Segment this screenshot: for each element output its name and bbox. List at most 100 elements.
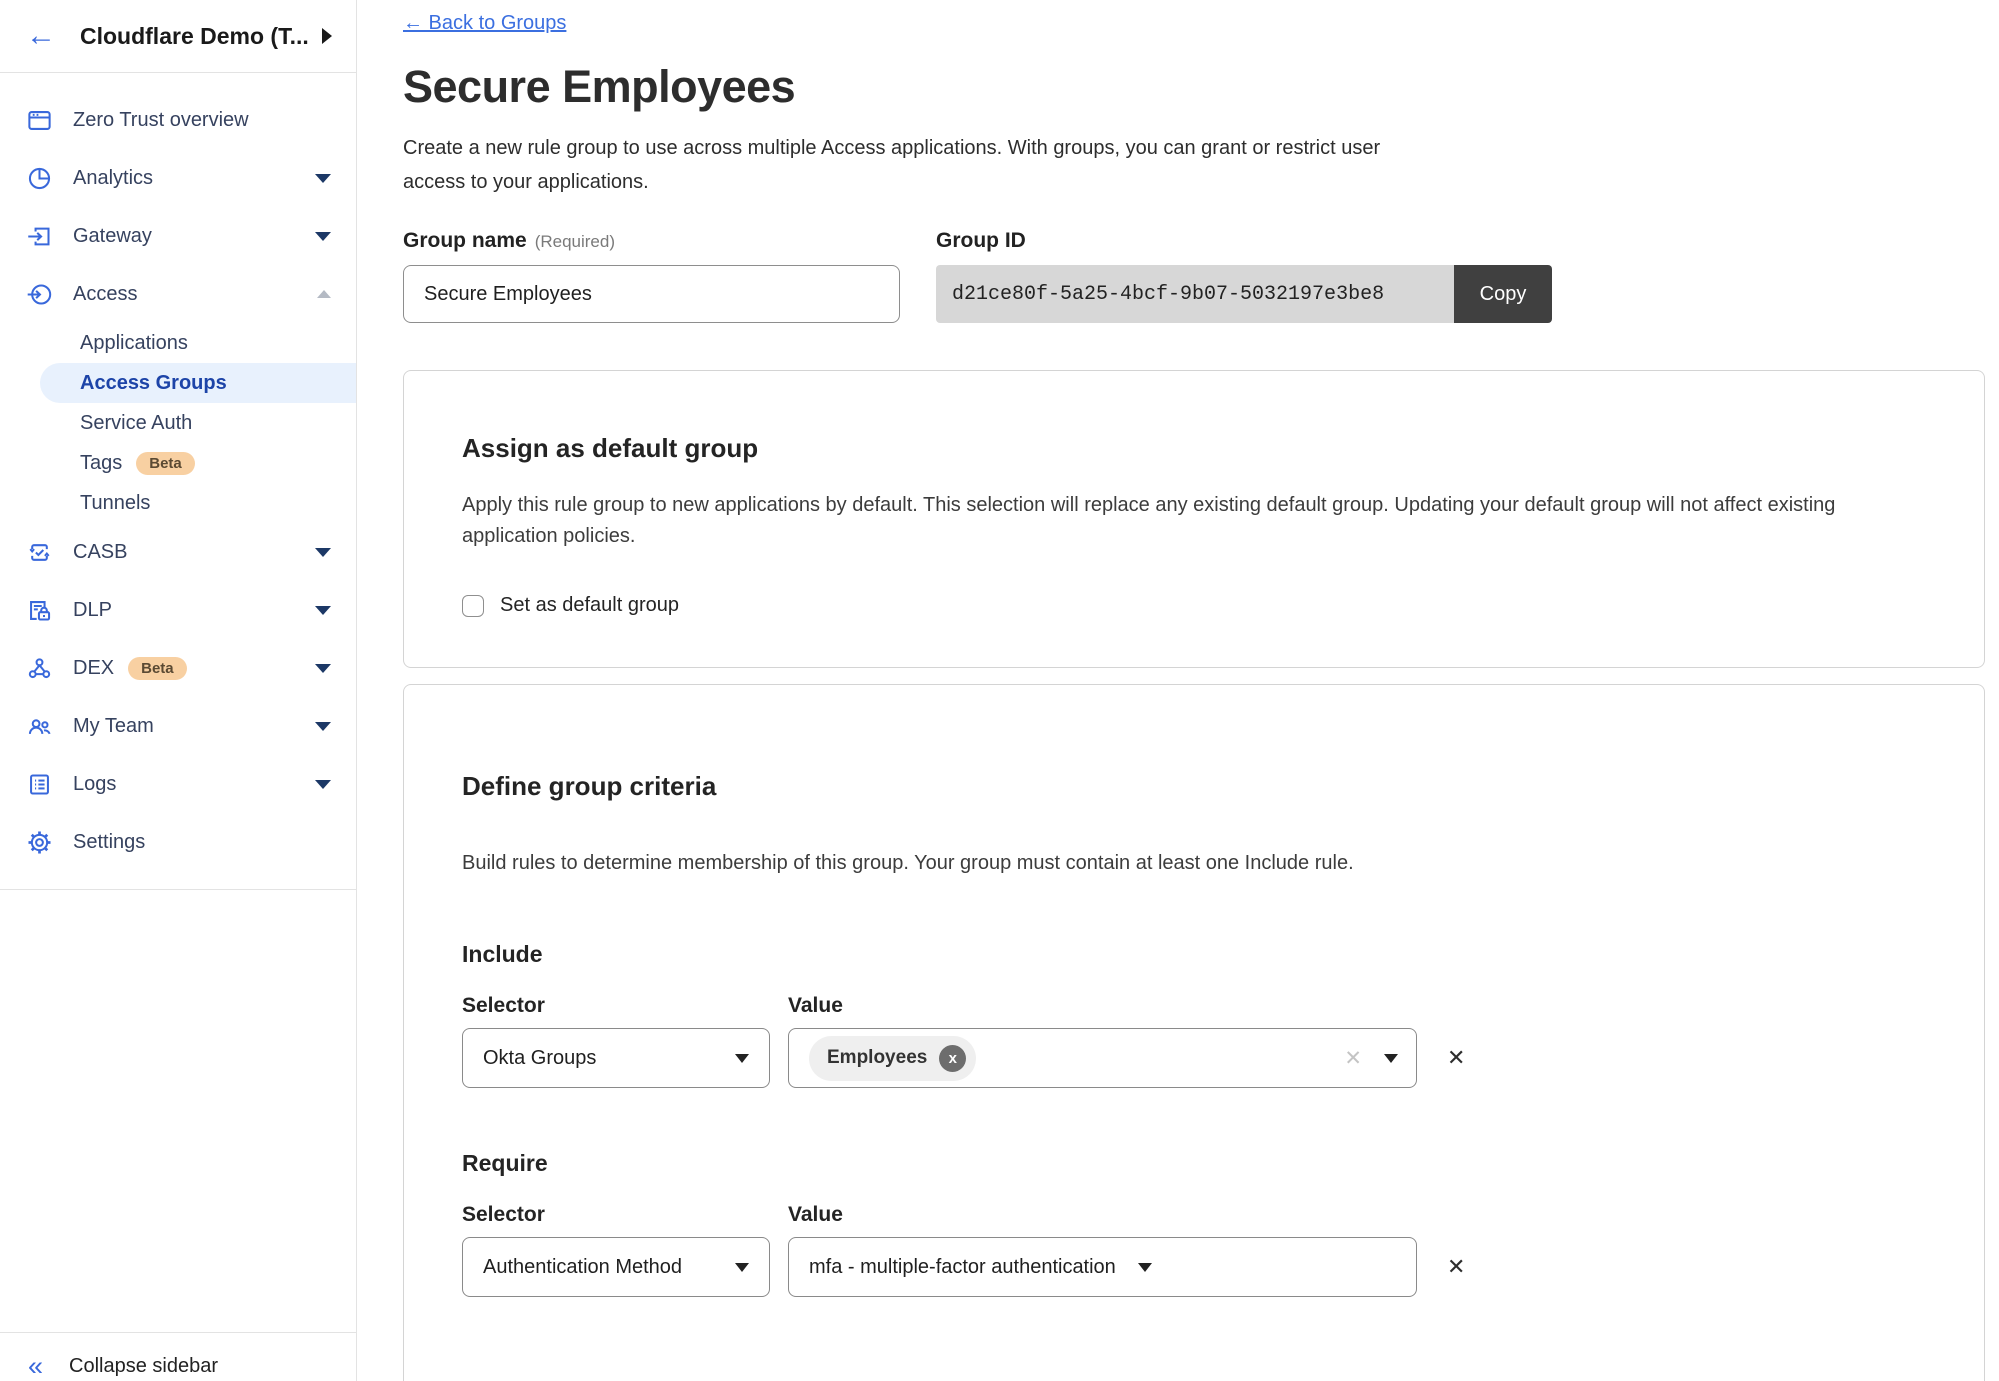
logs-icon: [26, 771, 53, 798]
require-value-dropdown[interactable]: mfa - multiple-factor authentication: [788, 1237, 1417, 1297]
window-icon: [26, 107, 53, 134]
access-subnav: Applications Access Groups Service Auth …: [0, 323, 356, 523]
chevron-down-icon: [315, 664, 331, 673]
remove-include-rule-icon[interactable]: ✕: [1447, 1045, 1465, 1071]
gateway-icon: [26, 223, 53, 250]
sidebar-nav: Zero Trust overview Analytics Gateway: [0, 73, 356, 890]
default-card-body: Apply this rule group to new application…: [462, 490, 1926, 552]
back-to-groups-link[interactable]: ← Back to Groups: [403, 12, 566, 35]
chevron-down-icon: [1138, 1263, 1152, 1272]
sidebar-item-casb[interactable]: CASB: [0, 523, 356, 581]
collapse-sidebar-button[interactable]: « Collapse sidebar: [0, 1332, 356, 1380]
group-id-row: d21ce80f-5a25-4bcf-9b07-5032197e3be8 Cop…: [936, 265, 1552, 323]
criteria-card-body: Build rules to determine membership of t…: [462, 848, 1926, 879]
sidebar-item-label: Applications: [80, 332, 188, 355]
sidebar-item-label: Logs: [73, 773, 116, 796]
chevron-down-icon: [1384, 1054, 1398, 1063]
group-name-label: Group name: [403, 229, 527, 252]
copy-button[interactable]: Copy: [1454, 265, 1552, 323]
sidebar-item-label: Analytics: [73, 167, 153, 190]
sidebar-item-label: Settings: [73, 831, 145, 854]
include-selector-dropdown[interactable]: Okta Groups: [462, 1028, 770, 1088]
chevron-down-icon: [315, 722, 331, 731]
include-selector-value: Okta Groups: [483, 1047, 596, 1070]
sidebar-item-label: CASB: [73, 541, 127, 564]
chevron-down-icon: [315, 232, 331, 241]
sidebar-item-label: Access Groups: [80, 372, 227, 395]
criteria-card-heading: Define group criteria: [462, 771, 1926, 802]
value-pill: Employees x: [809, 1036, 976, 1081]
sidebar: ← Cloudflare Demo (T... Zero Trust overv…: [0, 0, 357, 1381]
sidebar-item-gateway[interactable]: Gateway: [0, 207, 356, 265]
pill-remove-icon[interactable]: x: [939, 1045, 966, 1072]
sidebar-item-settings[interactable]: Settings: [0, 813, 356, 871]
sidebar-item-label: Tags: [80, 452, 122, 475]
sidebar-item-label: Access: [73, 283, 137, 306]
group-name-column: Group name (Required): [403, 229, 900, 323]
chevron-down-icon: [315, 548, 331, 557]
selector-label: Selector: [462, 1203, 788, 1227]
account-expand-caret-icon[interactable]: [322, 28, 332, 44]
collapse-chevrons-icon: «: [28, 1353, 43, 1380]
beta-badge: Beta: [128, 657, 187, 680]
gear-icon: [26, 829, 53, 856]
group-id-value: d21ce80f-5a25-4bcf-9b07-5032197e3be8: [936, 265, 1454, 323]
sidebar-item-dlp[interactable]: DLP: [0, 581, 356, 639]
sidebar-item-tunnels[interactable]: Tunnels: [0, 483, 356, 523]
name-id-row: Group name(Required) Group ID d21ce80f-5…: [403, 229, 1985, 323]
include-heading: Include: [462, 941, 1926, 968]
sidebar-item-label: DLP: [73, 599, 112, 622]
value-label: Value: [788, 994, 843, 1018]
back-arrow-icon[interactable]: ←: [26, 21, 56, 51]
chevron-down-icon: [735, 1263, 749, 1272]
sidebar-item-tags[interactable]: Tags Beta: [0, 443, 356, 483]
value-label: Value: [788, 1203, 843, 1227]
casb-icon: [26, 539, 53, 566]
chevron-down-icon: [315, 174, 331, 183]
network-nodes-icon: [26, 655, 53, 682]
sidebar-item-applications[interactable]: Applications: [0, 323, 356, 363]
document-lock-icon: [26, 597, 53, 624]
beta-badge: Beta: [136, 452, 195, 475]
account-name: Cloudflare Demo (T...: [80, 23, 309, 50]
chevron-down-icon: [735, 1054, 749, 1063]
sidebar-item-zero-trust-overview[interactable]: Zero Trust overview: [0, 91, 356, 149]
sidebar-item-access[interactable]: Access: [0, 265, 356, 323]
sidebar-item-dex[interactable]: DEX Beta: [0, 639, 356, 697]
sidebar-divider: [0, 889, 356, 890]
access-icon: [26, 281, 53, 308]
include-rule-row: Okta Groups Employees x ✕ ✕: [462, 1028, 1926, 1088]
require-rule-row: Authentication Method mfa - multiple-fac…: [462, 1237, 1926, 1297]
page-description: Create a new rule group to use across mu…: [403, 131, 1403, 199]
required-hint: (Required): [535, 232, 615, 251]
set-default-checkbox[interactable]: [462, 595, 484, 617]
sidebar-item-logs[interactable]: Logs: [0, 755, 356, 813]
sidebar-item-my-team[interactable]: My Team: [0, 697, 356, 755]
chevron-down-icon: [315, 606, 331, 615]
require-selector-value: Authentication Method: [483, 1256, 682, 1279]
group-name-input[interactable]: [403, 265, 900, 323]
collapse-sidebar-label: Collapse sidebar: [69, 1355, 218, 1378]
main-content: ← Back to Groups Secure Employees Create…: [357, 0, 1999, 1381]
clear-values-icon[interactable]: ✕: [1344, 1046, 1362, 1071]
sidebar-item-label: DEX: [73, 657, 114, 680]
sidebar-item-label: Gateway: [73, 225, 152, 248]
chevron-down-icon: [315, 780, 331, 789]
set-default-label: Set as default group: [500, 594, 679, 617]
default-group-card: Assign as default group Apply this rule …: [403, 370, 1985, 668]
page-title: Secure Employees: [403, 61, 1985, 113]
require-heading: Require: [462, 1150, 1926, 1177]
selector-label: Selector: [462, 994, 788, 1018]
remove-require-rule-icon[interactable]: ✕: [1447, 1254, 1465, 1280]
sidebar-item-service-auth[interactable]: Service Auth: [0, 403, 356, 443]
include-labels-row: Selector Value: [462, 994, 1926, 1018]
sidebar-item-label: Tunnels: [80, 492, 150, 515]
include-value-multiselect[interactable]: Employees x ✕: [788, 1028, 1417, 1088]
sidebar-item-analytics[interactable]: Analytics: [0, 149, 356, 207]
set-default-checkbox-row[interactable]: Set as default group: [462, 594, 1926, 617]
value-pill-label: Employees: [827, 1047, 927, 1069]
require-selector-dropdown[interactable]: Authentication Method: [462, 1237, 770, 1297]
require-value: mfa - multiple-factor authentication: [809, 1256, 1116, 1279]
sidebar-item-access-groups[interactable]: Access Groups: [40, 363, 356, 403]
sidebar-item-label: Service Auth: [80, 412, 192, 435]
